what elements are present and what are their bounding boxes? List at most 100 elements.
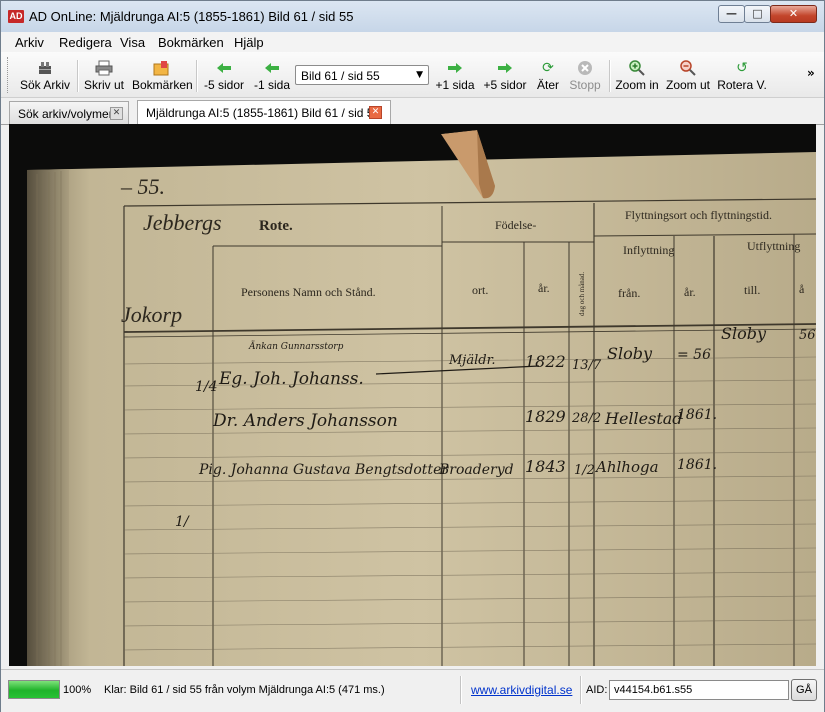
rote-handwritten: Jebbergs bbox=[143, 210, 222, 235]
page-select[interactable]: Bild 61 / sid 55 ▼ bbox=[295, 65, 429, 85]
print-button[interactable]: Skriv ut bbox=[82, 56, 126, 96]
row-3-date: 1/2 bbox=[574, 463, 595, 478]
tab-search-archive[interactable]: Sök arkiv/volymer ✕ bbox=[9, 101, 129, 124]
row-3-ort: Broaderyd bbox=[438, 462, 514, 478]
window-title: AD OnLine: Mjäldrunga AI:5 (1855-1861) B… bbox=[29, 9, 354, 24]
arrow-left-icon bbox=[215, 60, 233, 76]
progress-bar bbox=[8, 680, 60, 699]
col-ar2: år. bbox=[684, 285, 696, 299]
zoom-in-button[interactable]: Zoom in bbox=[615, 56, 659, 96]
arrow-left-icon bbox=[263, 60, 281, 76]
tab-label: Mjäldrunga AI:5 (1855-1861) Bild 61 / si… bbox=[146, 106, 381, 120]
search-archive-label: Sök Arkiv bbox=[19, 78, 70, 92]
col-ar3: å bbox=[799, 282, 805, 296]
go-button[interactable]: GÅ bbox=[791, 679, 817, 701]
toolbar-grip[interactable] bbox=[7, 57, 11, 93]
row-1-fromyear: = 56 bbox=[677, 347, 711, 363]
status-message: Klar: Bild 61 / sid 55 från volym Mjäldr… bbox=[104, 684, 385, 696]
close-window-button[interactable]: ✕ bbox=[770, 5, 817, 23]
website-link[interactable]: www.arkivdigital.se bbox=[471, 683, 572, 697]
row-1-toyear: 56 bbox=[799, 328, 816, 343]
image-viewer[interactable]: – 55. Jebbergs Rote. Födelse- Flyttnings… bbox=[9, 124, 816, 666]
zoom-in-icon bbox=[628, 60, 646, 76]
page-select-value: Bild 61 / sid 55 bbox=[301, 69, 380, 83]
close-icon: ✕ bbox=[788, 7, 799, 20]
page-heading: – 55. bbox=[120, 174, 165, 199]
stop-label: Stopp bbox=[569, 78, 601, 92]
back-5-pages-label: -5 sidor bbox=[203, 78, 244, 92]
close-tab-icon[interactable]: ✕ bbox=[110, 107, 123, 120]
tab-volume-image[interactable]: Mjäldrunga AI:5 (1855-1861) Bild 61 / si… bbox=[137, 100, 391, 124]
app-window: AD AD OnLine: Mjäldrunga AI:5 (1855-1861… bbox=[0, 0, 825, 712]
toolbar-overflow-icon[interactable]: » bbox=[807, 67, 815, 79]
left-column-label: Jokorp bbox=[121, 302, 182, 327]
forward-1-page-button[interactable]: +1 sida bbox=[434, 56, 476, 96]
progress-percent: 100% bbox=[63, 684, 92, 696]
bookmarks-label: Bokmärken bbox=[132, 78, 193, 92]
archive-search-icon bbox=[36, 60, 54, 76]
menu-redigera[interactable]: Redigera bbox=[59, 35, 112, 50]
maximize-icon: □ bbox=[752, 7, 763, 20]
menu-hjalp[interactable]: Hjälp bbox=[234, 35, 264, 50]
zoom-in-label: Zoom in bbox=[615, 78, 659, 92]
forward-5-pages-button[interactable]: +5 sidor bbox=[483, 56, 527, 96]
row-3-name: Pig. Johanna Gustava Bengtsdotter bbox=[198, 462, 449, 478]
row-1-date: 13/7 bbox=[572, 358, 602, 373]
reload-label: Äter bbox=[536, 78, 559, 92]
maximize-button[interactable]: □ bbox=[744, 5, 771, 23]
bookmarks-icon bbox=[152, 60, 170, 76]
minimize-button[interactable]: — bbox=[718, 5, 745, 23]
row-1-from: Sloby bbox=[607, 344, 653, 363]
bookmarks-button[interactable]: Bokmärken bbox=[132, 56, 193, 96]
col-namn: Personens Namn och Stånd. bbox=[241, 285, 376, 299]
row-3-fromyear: 1861. bbox=[677, 457, 717, 473]
row-3-year: 1843 bbox=[525, 457, 566, 476]
reload-button[interactable]: ⟳ Äter bbox=[534, 56, 562, 96]
col-till: till. bbox=[744, 283, 760, 297]
row-1-year: 1822 bbox=[525, 352, 566, 371]
row-1-mark: 1/4 bbox=[195, 379, 218, 395]
row-2-date: 28/2 bbox=[571, 411, 601, 426]
rote-heading: Rote. bbox=[259, 218, 293, 234]
col-flyttning: Flyttningsort och flyttningstid. bbox=[625, 208, 772, 222]
zoom-out-label: Zoom ut bbox=[666, 78, 711, 92]
zoom-out-icon bbox=[679, 60, 697, 76]
scanned-register-page: – 55. Jebbergs Rote. Födelse- Flyttnings… bbox=[9, 124, 816, 666]
zoom-out-button[interactable]: Zoom ut bbox=[666, 56, 710, 96]
col-ort: ort. bbox=[472, 283, 488, 297]
row-1-name: Eg. Joh. Johanss. bbox=[218, 369, 364, 389]
row-2-from: Hellestad bbox=[604, 409, 683, 428]
status-separator bbox=[460, 676, 462, 704]
toolbar-separator bbox=[609, 60, 611, 92]
col-fran: från. bbox=[618, 286, 640, 300]
printer-icon bbox=[95, 60, 113, 76]
aid-input[interactable] bbox=[609, 680, 789, 700]
rotate-left-label: Rotera V. bbox=[717, 78, 767, 92]
row-2-year: 1829 bbox=[525, 407, 566, 426]
arrow-right-icon bbox=[446, 60, 464, 76]
col-dag: dag och månad. bbox=[578, 272, 586, 316]
minimize-icon: — bbox=[726, 7, 737, 20]
forward-1-page-label: +1 sida bbox=[435, 78, 475, 92]
close-tab-icon[interactable]: ✕ bbox=[369, 106, 382, 119]
refresh-icon: ⟳ bbox=[542, 60, 554, 76]
row-1-ort: Mjäldr. bbox=[448, 353, 496, 368]
stop-button[interactable]: Stopp bbox=[568, 56, 602, 96]
title-bar[interactable]: AD AD OnLine: Mjäldrunga AI:5 (1855-1861… bbox=[1, 1, 824, 32]
menu-bokmarken[interactable]: Bokmärken bbox=[158, 35, 224, 50]
back-5-pages-button[interactable]: -5 sidor bbox=[202, 56, 246, 96]
menu-visa[interactable]: Visa bbox=[120, 35, 145, 50]
rotate-left-icon: ↺ bbox=[736, 60, 748, 76]
back-1-page-button[interactable]: -1 sida bbox=[253, 56, 291, 96]
search-archive-button[interactable]: Sök Arkiv bbox=[19, 56, 71, 96]
rotate-left-button[interactable]: ↺ Rotera V. bbox=[717, 56, 767, 96]
row-3-from: Ahlhoga bbox=[594, 458, 659, 476]
col-ar: år. bbox=[538, 281, 550, 295]
col-inflyttning: Inflyttning bbox=[623, 243, 674, 257]
forward-5-pages-label: +5 sidor bbox=[483, 78, 527, 92]
print-label: Skriv ut bbox=[83, 78, 124, 92]
row-2-name: Dr. Anders Johansson bbox=[212, 411, 398, 431]
menu-arkiv[interactable]: Arkiv bbox=[15, 35, 44, 50]
chevron-down-icon: ▼ bbox=[416, 70, 423, 80]
toolbar-separator bbox=[77, 60, 79, 92]
